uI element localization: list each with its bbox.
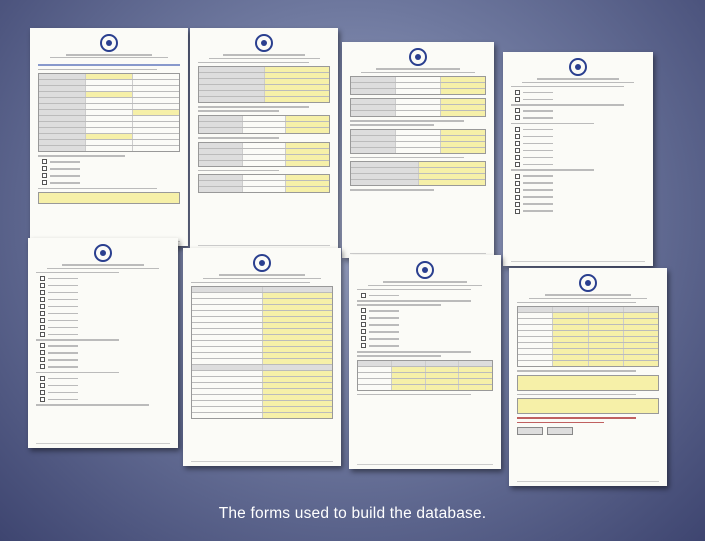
iaea-logo-icon — [94, 244, 112, 262]
iaea-logo-icon — [100, 34, 118, 52]
iaea-logo-icon — [255, 34, 273, 52]
form-page-1 — [30, 28, 188, 246]
form-page-8 — [509, 268, 667, 486]
form-page-7 — [349, 255, 501, 469]
form-page-3 — [342, 42, 494, 258]
form-page-6 — [183, 248, 341, 466]
slide: The forms used to build the database. — [0, 0, 705, 541]
form-page-5 — [28, 238, 178, 448]
form-page-4 — [503, 52, 653, 266]
form-action-button — [517, 427, 543, 436]
iaea-logo-icon — [569, 58, 587, 76]
slide-caption: The forms used to build the database. — [218, 505, 487, 522]
form-page-2 — [190, 28, 338, 250]
iaea-logo-icon — [416, 261, 434, 279]
iaea-logo-icon — [579, 274, 597, 292]
iaea-logo-icon — [409, 48, 427, 66]
iaea-logo-icon — [253, 254, 271, 272]
form-header — [30, 54, 188, 59]
form-action-button — [547, 427, 573, 436]
